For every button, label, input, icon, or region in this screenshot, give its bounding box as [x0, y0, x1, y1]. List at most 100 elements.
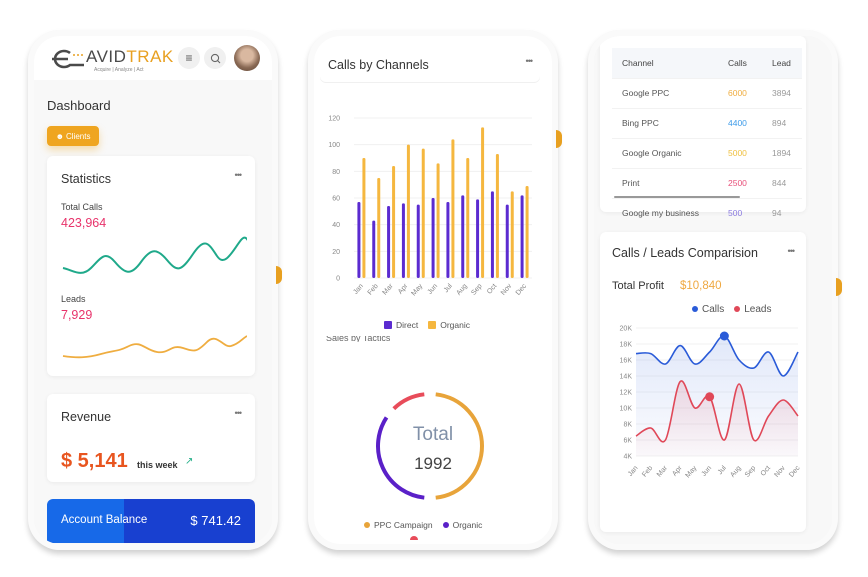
table-row[interactable]: Print 2500 844 [612, 167, 802, 198]
bar-direct [520, 195, 524, 278]
bar-organic [392, 166, 396, 278]
sales-by-tactics-title: Sales by Tactics [326, 336, 391, 342]
y-tick-label: 12K [620, 390, 633, 397]
search-button[interactable] [204, 47, 226, 69]
column-channel[interactable]: Channel [612, 48, 718, 78]
logo-tagline: Acquire | Analyze | Act [94, 67, 144, 73]
table-row[interactable]: Google my business 500 94 [612, 197, 802, 228]
x-tick-label: Oct [486, 283, 498, 296]
table-row[interactable]: Bing PPC 4400 894 [612, 107, 802, 138]
statistics-card: Statistics ••• Total Calls 423,964 Leads… [47, 156, 255, 376]
more-options-icon[interactable]: ••• [235, 408, 243, 418]
horizontal-scrollbar[interactable] [614, 196, 740, 198]
bar-organic [377, 178, 381, 278]
account-balance-value: $ 741.42 [190, 513, 241, 528]
legend-dot-leads [734, 306, 741, 312]
table-row[interactable]: Google PPC 6000 3894 [612, 77, 802, 108]
bar-organic [451, 139, 455, 278]
clients-button-label: Clients [65, 131, 91, 141]
top-bar: AVIDTRAK Acquire | Analyze | Act ≡ [34, 36, 272, 80]
x-tick-label: Jun [701, 465, 714, 478]
legend-dot-print [410, 536, 418, 540]
revenue-period: this week [137, 460, 178, 470]
bar-organic [406, 144, 410, 278]
x-tick-label: Jun [426, 283, 439, 296]
legend-direct[interactable]: Direct [384, 320, 418, 330]
leads-label: Leads [61, 294, 86, 304]
legend-organic[interactable]: Organic [428, 320, 470, 330]
revenue-card: Revenue ••• $ 5,141 this week ↗ [47, 394, 255, 482]
total-profit-label: Total Profit [612, 280, 664, 292]
bar-organic [421, 148, 425, 278]
table-row[interactable]: Google Organic 5000 1894 [612, 137, 802, 168]
comparison-title: Calls / Leads Comparision [612, 246, 758, 260]
x-tick-label: Oct [760, 465, 772, 478]
x-tick-label: Apr [671, 464, 684, 477]
bar-direct [461, 195, 465, 278]
legend-dot-ppc [364, 522, 370, 528]
more-options-icon[interactable]: ••• [235, 170, 243, 180]
y-tick-label: 20K [620, 326, 633, 333]
calls-sparkline-path [62, 236, 247, 274]
clients-button[interactable]: ☻ Clients [47, 126, 99, 146]
logo-mark-icon [52, 49, 84, 69]
legend-leads[interactable]: Leads [734, 304, 771, 315]
x-tick-label: Mar [381, 282, 395, 296]
bar-organic [466, 158, 470, 278]
channels-screen: Calls by Channels ••• 0 20 40 60 80 100 120 Jan… [314, 36, 552, 544]
x-tick-label: Feb [367, 283, 380, 297]
legend-organic[interactable]: Organic [442, 520, 483, 530]
channel-name: Google PPC [612, 77, 718, 108]
legend-label-organic: Organic [452, 520, 483, 530]
channel-calls: 6000 [718, 77, 762, 108]
menu-button[interactable]: ≡ [178, 47, 200, 69]
bar-organic [510, 191, 514, 278]
channel-leads: 894 [762, 107, 802, 138]
legend-calls[interactable]: Calls [692, 304, 724, 315]
bar-direct [476, 199, 480, 278]
channel-leads: 3894 [762, 77, 802, 108]
leads-sparkline [62, 335, 247, 359]
channel-leads: 94 [762, 197, 802, 228]
x-tick-label: Jan [352, 283, 365, 296]
x-tick-label: Aug [729, 465, 742, 479]
x-tick-label: Feb [641, 465, 654, 479]
column-calls[interactable]: Calls [718, 48, 762, 78]
total-calls-label: Total Calls [61, 202, 103, 212]
statistics-title: Statistics [61, 172, 112, 186]
highlight-point-calls [719, 331, 729, 341]
account-balance-card[interactable]: Account Balance $ 741.42 [47, 499, 255, 543]
donut-slice-print [392, 392, 425, 411]
legend-dot-calls [692, 306, 698, 312]
legend-swatch-direct [384, 321, 392, 329]
x-tick-label: Jul [443, 282, 454, 294]
logo-text: AVIDTRAK [86, 47, 174, 66]
x-tick-label: Sep [744, 465, 757, 479]
bar-organic [525, 186, 529, 278]
more-options-icon[interactable]: ••• [788, 246, 796, 256]
bar-organic [436, 163, 440, 278]
legend-swatch-organic [428, 321, 437, 329]
user-avatar[interactable] [234, 45, 260, 71]
more-options-icon[interactable]: ••• [526, 56, 534, 66]
x-tick-label: Mar [656, 464, 670, 478]
bar-organic [362, 158, 366, 278]
comparison-legend: Calls Leads [692, 304, 771, 315]
channel-leads: 844 [762, 167, 802, 198]
donut-legend: PPC Campaign Organic [364, 520, 482, 530]
y-tick-label: 16K [620, 358, 633, 365]
calls-by-channels-header: Calls by Channels ••• [320, 42, 540, 82]
bar-chart-legend: Direct Organic [384, 320, 470, 330]
column-lead[interactable]: Lead [762, 48, 802, 78]
x-tick-label: Nov [773, 464, 787, 478]
legend-ppc[interactable]: PPC Campaign [364, 520, 433, 530]
bar-direct [372, 220, 376, 278]
revenue-value: $ 5,141 [61, 450, 128, 472]
legend-label-leads: Leads [744, 304, 772, 315]
donut-slice-ppc-campaign [435, 392, 484, 500]
y-tick-label: 20 [332, 249, 340, 256]
y-tick-label: 0 [336, 276, 340, 283]
phone-calls-by-channels: Calls by Channels ••• 0 20 40 60 80 100 120 Jan… [308, 30, 562, 550]
avidtrak-logo[interactable]: AVIDTRAK Acquire | Analyze | Act [46, 45, 176, 75]
legend-label-ppc: PPC Campaign [374, 520, 433, 530]
